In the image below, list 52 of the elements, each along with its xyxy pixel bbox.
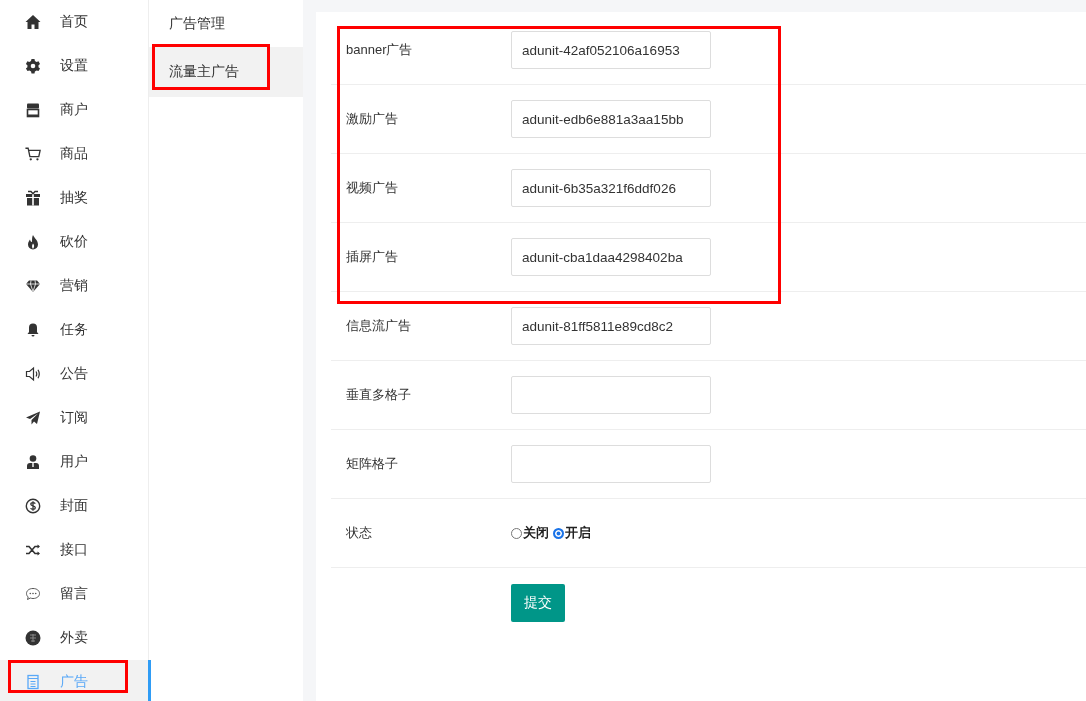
settings-icon xyxy=(25,58,41,74)
field-label: 插屏广告 xyxy=(346,248,399,266)
input-field[interactable]: adunit-edb6e881a3aa15bb xyxy=(511,100,711,138)
radio-option[interactable]: 开启 xyxy=(553,524,591,542)
submenu-item[interactable]: 流量主广告 xyxy=(149,47,303,97)
document-icon xyxy=(25,674,41,690)
badge-icon xyxy=(25,630,41,646)
sidebar-item[interactable]: 抽奖 xyxy=(0,176,148,220)
sidebar-item[interactable]: 订阅 xyxy=(0,396,148,440)
field-label: 激励广告 xyxy=(346,110,399,128)
selection-bar xyxy=(148,660,151,701)
sidebar-item[interactable]: 用户 xyxy=(0,440,148,484)
dollar-icon xyxy=(25,498,41,514)
sidebar-item[interactable]: 设置 xyxy=(0,44,148,88)
submit-button[interactable]: 提交 xyxy=(511,584,565,622)
sidebar-item[interactable]: 任务 xyxy=(0,308,148,352)
radio-option[interactable]: 关闭 xyxy=(511,524,549,542)
sidebar-item[interactable]: 商品 xyxy=(0,132,148,176)
diamond-icon xyxy=(25,278,41,294)
user-icon xyxy=(25,454,41,470)
field-label: 视频广告 xyxy=(346,179,399,197)
sidebar-item[interactable]: 砍价 xyxy=(0,220,148,264)
sidebar-item[interactable]: 留言 xyxy=(0,572,148,616)
input-field[interactable]: adunit-6b35a321f6ddf026 xyxy=(511,169,711,207)
home-icon xyxy=(25,14,41,30)
input-field[interactable] xyxy=(511,376,711,414)
field-label: 垂直多格子 xyxy=(346,386,412,404)
sidebar-item[interactable]: 商户 xyxy=(0,88,148,132)
paper-plane-icon xyxy=(25,410,41,426)
sidebar-item[interactable]: 营销 xyxy=(0,264,148,308)
flame-icon xyxy=(25,234,41,250)
bell-icon xyxy=(25,322,41,338)
store-icon xyxy=(25,102,41,118)
input-field[interactable]: adunit-42af052106a16953 xyxy=(511,31,711,69)
cart-icon xyxy=(25,146,41,162)
sidebar-item[interactable]: 接口 xyxy=(0,528,148,572)
sidebar-item[interactable]: 首页 xyxy=(0,0,148,44)
field-label: 状态 xyxy=(346,524,373,542)
input-field[interactable]: adunit-cba1daa4298402ba xyxy=(511,238,711,276)
gift-icon xyxy=(25,190,41,206)
input-field[interactable] xyxy=(511,445,711,483)
sidebar-item[interactable]: 封面 xyxy=(0,484,148,528)
submenu-item[interactable]: 广告管理 xyxy=(149,0,303,47)
field-label: 信息流广告 xyxy=(346,317,412,335)
input-field[interactable]: adunit-81ff5811e89cd8c2 xyxy=(511,307,711,345)
field-label: banner广告 xyxy=(346,41,414,59)
shuffle-icon xyxy=(25,542,41,558)
sidebar-item[interactable]: 公告 xyxy=(0,352,148,396)
chat-icon xyxy=(25,586,41,602)
speaker-icon xyxy=(25,366,41,382)
sidebar-item[interactable]: 外卖 xyxy=(0,616,148,660)
field-label: 矩阵格子 xyxy=(346,455,399,473)
